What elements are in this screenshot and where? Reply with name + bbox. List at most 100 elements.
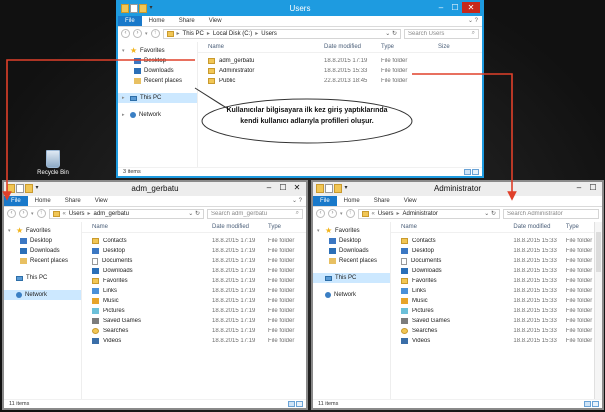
tab-share[interactable]: Share: [172, 16, 202, 26]
tab-file[interactable]: File: [313, 196, 337, 206]
refresh-icon[interactable]: ⌄ ↻: [484, 210, 496, 217]
expand-caret-icon[interactable]: ▸: [122, 110, 127, 120]
nav-desktop[interactable]: Desktop: [313, 236, 390, 246]
recent-locations-icon[interactable]: ▾: [31, 211, 34, 217]
file-row[interactable]: Documents 18.8.2015 15:33 File folder: [391, 256, 594, 266]
nav-favorites[interactable]: ▾ ★ Favorites: [4, 226, 81, 236]
forward-button[interactable]: ›: [328, 209, 337, 218]
details-view-icon[interactable]: [584, 401, 591, 407]
tab-share[interactable]: Share: [367, 196, 397, 206]
file-row[interactable]: Downloads 18.8.2015 15:33 File folder: [391, 266, 594, 276]
file-row[interactable]: Favorites 18.8.2015 17:19 File folder: [82, 276, 306, 286]
expand-caret-icon[interactable]: ▾: [8, 226, 13, 236]
file-row[interactable]: Pictures 18.8.2015 15:33 File folder: [391, 306, 594, 316]
file-row[interactable]: Videos 18.8.2015 17:19 File folder: [82, 336, 306, 346]
file-row[interactable]: Documents 18.8.2015 17:19 File folder: [82, 256, 306, 266]
nav-recent-places[interactable]: Recent places: [4, 256, 81, 266]
close-button[interactable]: ✕: [462, 2, 480, 13]
forward-button[interactable]: ›: [19, 209, 28, 218]
minimize-button[interactable]: –: [572, 182, 586, 193]
column-date-modified[interactable]: Date modified: [212, 224, 268, 230]
administrator-titlebar[interactable]: ▾ Administrator – ☐: [313, 182, 602, 196]
file-row[interactable]: Links 18.8.2015 15:33 File folder: [391, 286, 594, 296]
column-name[interactable]: Name: [198, 44, 324, 50]
nav-recent-places[interactable]: Recent places: [313, 256, 390, 266]
tab-home[interactable]: Home: [28, 196, 58, 206]
recent-locations-icon[interactable]: ▾: [340, 211, 343, 217]
column-size[interactable]: Size: [438, 44, 468, 50]
nav-network[interactable]: Network: [313, 290, 390, 300]
column-name[interactable]: Name: [391, 224, 513, 230]
nav-desktop[interactable]: Desktop: [118, 56, 197, 66]
tab-view[interactable]: View: [397, 196, 424, 206]
file-row[interactable]: Desktop 18.8.2015 15:33 File folder: [391, 246, 594, 256]
details-view-icon[interactable]: [464, 169, 471, 175]
expand-caret-icon[interactable]: ▸: [122, 93, 127, 103]
tab-home[interactable]: Home: [142, 16, 172, 26]
nav-desktop[interactable]: Desktop: [4, 236, 81, 246]
tab-file[interactable]: File: [118, 16, 142, 26]
nav-downloads[interactable]: Downloads: [118, 66, 197, 76]
tab-file[interactable]: File: [4, 196, 28, 206]
minimize-button[interactable]: –: [262, 182, 276, 193]
file-row[interactable]: Searches 18.8.2015 17:19 File folder: [82, 326, 306, 336]
file-row[interactable]: Saved Games 18.8.2015 17:19 File folder: [82, 316, 306, 326]
refresh-icon[interactable]: ⌄ ↻: [385, 30, 397, 37]
expand-caret-icon[interactable]: ▾: [317, 226, 322, 236]
file-row[interactable]: Downloads 18.8.2015 17:19 File folder: [82, 266, 306, 276]
column-name[interactable]: Name: [82, 224, 212, 230]
minimize-button[interactable]: –: [434, 2, 448, 13]
column-type[interactable]: Type: [566, 224, 594, 230]
breadcrumb-users[interactable]: Users: [261, 31, 277, 37]
recycle-bin[interactable]: Recycle Bin: [35, 150, 71, 176]
address-bar[interactable]: « Users ▸ adm_gerbatu ⌄ ↻: [48, 208, 204, 219]
maximize-button[interactable]: ☐: [276, 182, 290, 193]
nav-recent-places[interactable]: Recent places: [118, 76, 197, 86]
nav-favorites[interactable]: ▾ ★ Favorites: [313, 226, 390, 236]
file-row[interactable]: Favorites 18.8.2015 15:33 File folder: [391, 276, 594, 286]
back-button[interactable]: ‹: [121, 29, 130, 38]
column-date-modified[interactable]: Date modified: [324, 44, 381, 50]
vertical-scrollbar[interactable]: [594, 222, 602, 399]
nav-this-pc[interactable]: ▸ This PC: [118, 93, 197, 103]
file-row[interactable]: Searches 18.8.2015 15:33 File folder: [391, 326, 594, 336]
nav-this-pc[interactable]: This PC: [313, 273, 390, 283]
search-input[interactable]: Search Administrator: [503, 208, 599, 219]
back-button[interactable]: ‹: [7, 209, 16, 218]
adm-titlebar[interactable]: ▾ adm_gerbatu – ☐ ✕: [4, 182, 306, 196]
breadcrumb-this-pc[interactable]: This PC: [183, 31, 204, 37]
breadcrumb-overflow[interactable]: «: [372, 211, 375, 217]
tab-view[interactable]: View: [88, 196, 115, 206]
file-row[interactable]: Desktop 18.8.2015 17:19 File folder: [82, 246, 306, 256]
column-type[interactable]: Type: [381, 44, 438, 50]
nav-downloads[interactable]: Downloads: [313, 246, 390, 256]
breadcrumb-administrator[interactable]: Administrator: [403, 211, 438, 217]
large-icons-view-icon[interactable]: [296, 401, 303, 407]
file-row[interactable]: Administrator 18.8.2015 15:33 File folder: [198, 66, 482, 76]
tab-home[interactable]: Home: [337, 196, 367, 206]
expand-caret-icon[interactable]: ▾: [122, 46, 127, 56]
search-input[interactable]: Search adm_gerbatu ⌕: [207, 208, 303, 219]
up-button[interactable]: ↑: [36, 209, 46, 218]
maximize-button[interactable]: ☐: [448, 2, 462, 13]
column-date-modified[interactable]: Date modified: [513, 224, 565, 230]
tab-share[interactable]: Share: [58, 196, 88, 206]
back-button[interactable]: ‹: [316, 209, 325, 218]
breadcrumb-users[interactable]: Users: [69, 211, 85, 217]
address-bar[interactable]: ▸ This PC ▸ Local Disk (C:) ▸ Users ⌄ ↻: [162, 28, 401, 39]
expand-ribbon-icon[interactable]: ⌄ ?: [292, 196, 306, 206]
file-row[interactable]: Music 18.8.2015 15:33 File folder: [391, 296, 594, 306]
nav-this-pc[interactable]: This PC: [4, 273, 81, 283]
close-button[interactable]: ✕: [290, 182, 304, 193]
large-icons-view-icon[interactable]: [592, 401, 599, 407]
address-bar[interactable]: « Users ▸ Administrator ⌄ ↻: [357, 208, 500, 219]
tab-view[interactable]: View: [202, 16, 229, 26]
maximize-button[interactable]: ☐: [586, 182, 600, 193]
file-row[interactable]: Contacts 18.8.2015 17:19 File folder: [82, 236, 306, 246]
expand-ribbon-icon[interactable]: ⌄ ?: [468, 16, 482, 26]
search-input[interactable]: Search Users ⌕: [404, 28, 479, 39]
breadcrumb-adm-gerbatu[interactable]: adm_gerbatu: [94, 211, 129, 217]
up-button[interactable]: ↑: [345, 209, 355, 218]
large-icons-view-icon[interactable]: [472, 169, 479, 175]
file-row[interactable]: Public 22.8.2013 18:45 File folder: [198, 76, 482, 86]
